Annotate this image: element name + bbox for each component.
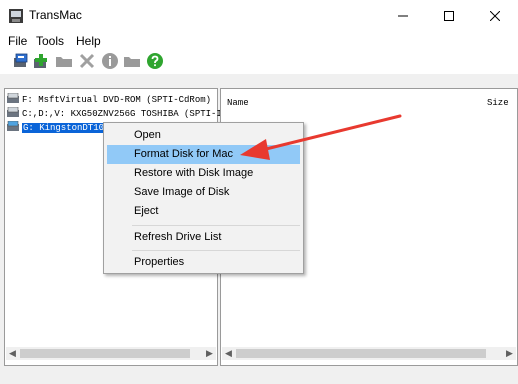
menu-item-format-disk[interactable]: Format Disk for Mac <box>107 145 300 164</box>
drive-item-selected[interactable]: G: KingstonDT10 <box>7 121 106 135</box>
scroll-left-icon[interactable]: ◀ <box>222 347 235 360</box>
usb-drive-icon <box>7 121 19 131</box>
delete-icon[interactable] <box>78 52 96 70</box>
column-header-name[interactable]: Name <box>227 98 249 108</box>
scroll-thumb[interactable] <box>236 349 486 358</box>
menu-item-save-image[interactable]: Save Image of Disk <box>107 183 300 202</box>
right-horizontal-scrollbar[interactable]: ◀ ▶ <box>222 347 516 360</box>
close-button[interactable] <box>472 0 518 32</box>
menu-separator <box>132 250 300 251</box>
transmac-window: TransMac File Tools Help F: MsftVirtual … <box>0 0 518 384</box>
drive-label: G: KingstonDT10 <box>22 123 106 133</box>
close-icon <box>490 11 500 21</box>
transmac-app-icon <box>9 9 23 23</box>
restore-image-icon[interactable] <box>32 52 50 70</box>
menu-item-refresh-drives[interactable]: Refresh Drive List <box>107 228 300 247</box>
menu-tools[interactable]: Tools <box>36 32 64 50</box>
column-header-size[interactable]: Size <box>487 98 509 108</box>
folder-icon[interactable] <box>55 52 73 70</box>
window-title: TransMac <box>29 8 82 22</box>
scroll-right-icon[interactable]: ▶ <box>503 347 516 360</box>
drive-label: F: MsftVirtual DVD-ROM (SPTI-CdRom) <box>22 95 212 105</box>
folder-open-icon[interactable] <box>123 52 141 70</box>
drive-item[interactable]: C:,D:,V: KXG50ZNV256G TOSHIBA (SPTI-I <box>7 107 222 121</box>
menu-item-eject[interactable]: Eject <box>107 202 300 221</box>
scroll-right-icon[interactable]: ▶ <box>203 347 216 360</box>
toolbar <box>0 50 518 74</box>
left-horizontal-scrollbar[interactable]: ◀ ▶ <box>6 347 216 360</box>
menu-item-open[interactable]: Open <box>107 126 300 145</box>
maximize-button[interactable] <box>426 0 472 32</box>
context-menu: Open Format Disk for Mac Restore with Di… <box>103 122 304 274</box>
help-icon[interactable] <box>146 52 164 70</box>
scroll-thumb[interactable] <box>20 349 190 358</box>
drive-icon <box>7 93 19 103</box>
format-disk-icon[interactable] <box>12 52 30 70</box>
drive-icon <box>7 107 19 117</box>
minimize-icon <box>398 15 408 17</box>
menu-file[interactable]: File <box>8 32 27 50</box>
menu-item-restore-image[interactable]: Restore with Disk Image <box>107 164 300 183</box>
drive-label: C:,D:,V: KXG50ZNV256G TOSHIBA (SPTI-I <box>22 109 222 119</box>
menu-separator <box>132 225 300 226</box>
menu-bar: File Tools Help <box>0 32 518 50</box>
menu-item-properties[interactable]: Properties <box>107 253 300 272</box>
info-icon[interactable] <box>101 52 119 70</box>
scroll-left-icon[interactable]: ◀ <box>6 347 19 360</box>
title-bar: TransMac <box>0 0 518 32</box>
menu-help[interactable]: Help <box>76 32 101 50</box>
maximize-icon <box>444 11 454 21</box>
minimize-button[interactable] <box>380 0 426 32</box>
drive-item[interactable]: F: MsftVirtual DVD-ROM (SPTI-CdRom) <box>7 93 211 107</box>
